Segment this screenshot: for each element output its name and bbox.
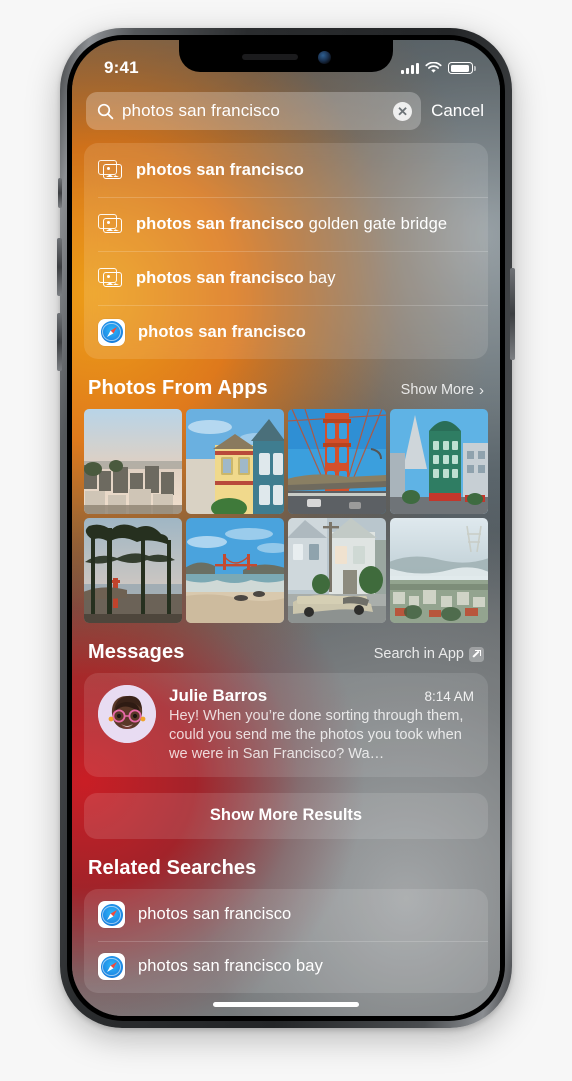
message-timestamp: 8:14 AM — [424, 689, 474, 704]
suggestion-row-1[interactable]: photos san francisco — [84, 143, 488, 197]
related-search-row-2[interactable]: photos san francisco bay — [84, 940, 488, 993]
iphone-device-frame: 9:41 photos san francisco ✕ Cancel photo… — [57, 28, 515, 1028]
suggestion-row-4[interactable]: photos san francisco — [84, 305, 488, 359]
message-body: Julie Barros 8:14 AM Hey! When you’re do… — [169, 685, 474, 764]
search-suggestions-card: photos san francisco photos san francisc… — [84, 143, 488, 359]
related-section-header: Related Searches — [72, 857, 500, 880]
memoji-avatar — [98, 685, 156, 743]
messages-section-header: Messages Search in App — [72, 641, 500, 664]
photos-grid — [72, 409, 500, 623]
front-camera-icon — [317, 50, 331, 64]
search-input[interactable]: photos san francisco — [122, 101, 385, 121]
status-indicators — [401, 62, 476, 74]
suggestion-query: photos san francisco — [138, 322, 306, 341]
related-searches-card: photos san francisco photos san francisc… — [84, 888, 488, 993]
message-result-card[interactable]: Julie Barros 8:14 AM Hey! When you’re do… — [84, 673, 488, 777]
show-more-label: Show More — [400, 382, 474, 398]
related-search-row-1[interactable]: photos san francisco — [84, 889, 488, 941]
photo-thumbnail[interactable] — [84, 518, 182, 623]
search-in-app-label: Search in App — [373, 646, 464, 662]
suggestion-row-3[interactable]: photos san francisco bay — [84, 251, 488, 305]
wifi-icon — [425, 62, 442, 73]
safari-icon — [98, 901, 125, 929]
suggestion-label: photos san francisco bay — [136, 269, 336, 288]
photo-thumbnail[interactable] — [390, 518, 488, 623]
search-row: photos san francisco ✕ Cancel — [72, 92, 500, 130]
photos-section-header: Photos From Apps Show More › — [72, 377, 500, 400]
related-search-label: photos san francisco bay — [138, 957, 323, 976]
show-more-photos-button[interactable]: Show More › — [401, 382, 484, 398]
safari-icon — [98, 318, 125, 346]
power-button[interactable] — [510, 268, 515, 360]
suggestion-row-2[interactable]: photos san francisco golden gate bridge — [84, 197, 488, 251]
photos-section-title: Photos From Apps — [88, 377, 268, 399]
suggestion-completion: bay — [303, 268, 336, 287]
related-section-title: Related Searches — [88, 856, 257, 879]
external-link-icon — [469, 646, 484, 662]
related-search-label: photos san francisco — [138, 905, 292, 924]
suggestion-label: photos san francisco — [136, 161, 304, 180]
suggestion-label: photos san francisco golden gate bridge — [136, 215, 447, 234]
search-icon — [97, 103, 114, 119]
message-sender: Julie Barros — [169, 686, 268, 705]
photo-thumbnail[interactable] — [186, 409, 284, 514]
notch — [179, 40, 393, 72]
photo-thumbnail[interactable] — [288, 409, 386, 514]
suggestion-completion: golden gate bridge — [303, 214, 448, 233]
battery-icon — [448, 62, 476, 74]
device-bezel: 9:41 photos san francisco ✕ Cancel photo… — [67, 35, 505, 1021]
show-more-results-button[interactable]: Show More Results — [84, 792, 488, 839]
cancel-button[interactable]: Cancel — [431, 101, 486, 121]
search-in-app-button[interactable]: Search in App — [374, 646, 484, 662]
suggestion-query: photos san francisco — [136, 268, 304, 287]
suggestion-query: photos san francisco — [136, 160, 304, 179]
earpiece-speaker-icon — [241, 54, 298, 60]
volume-down-button[interactable] — [57, 313, 62, 371]
photos-stack-icon — [98, 267, 123, 289]
photo-thumbnail[interactable] — [288, 518, 386, 623]
message-preview: Hey! When you’re done sorting through th… — [169, 708, 464, 762]
volume-up-button[interactable] — [57, 238, 62, 296]
photo-thumbnail[interactable] — [84, 409, 182, 514]
photos-stack-icon — [98, 159, 123, 181]
photo-thumbnail[interactable] — [390, 409, 488, 514]
screenshot-stage: 9:41 photos san francisco ✕ Cancel photo… — [0, 0, 572, 1081]
photos-stack-icon — [98, 213, 123, 235]
spotlight-content: photos san francisco ✕ Cancel photos san… — [72, 40, 500, 1016]
suggestion-query: photos san francisco — [136, 214, 304, 233]
chevron-right-icon: › — [479, 381, 484, 399]
cellular-bars-icon — [401, 62, 419, 74]
suggestion-label: photos san francisco — [138, 323, 306, 342]
message-header: Julie Barros 8:14 AM — [169, 686, 474, 706]
silent-switch[interactable] — [58, 178, 62, 208]
phone-screen: 9:41 photos san francisco ✕ Cancel photo… — [72, 40, 500, 1016]
photo-thumbnail[interactable] — [186, 518, 284, 623]
status-time: 9:41 — [104, 58, 139, 77]
messages-section-title: Messages — [88, 641, 185, 663]
search-field[interactable]: photos san francisco ✕ — [86, 92, 422, 130]
clear-search-button[interactable]: ✕ — [393, 101, 413, 121]
safari-icon — [98, 953, 125, 981]
home-indicator[interactable] — [213, 1002, 359, 1007]
